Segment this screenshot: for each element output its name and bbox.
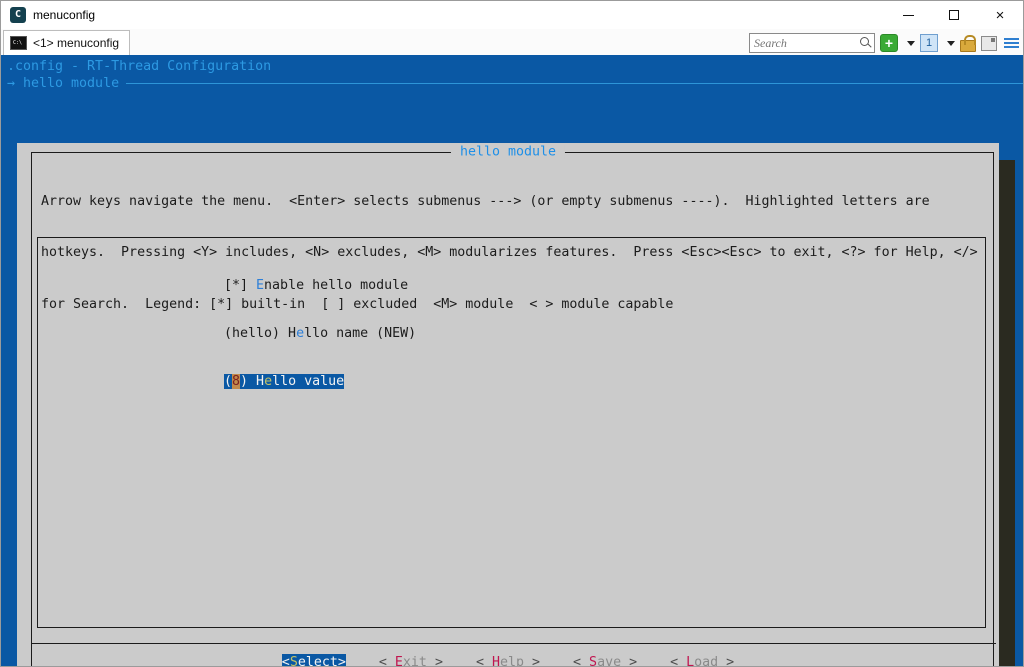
item-hotkey: e	[296, 326, 304, 341]
item-label: llo value	[272, 374, 344, 389]
close-button[interactable]: ×	[977, 1, 1023, 29]
instruction-line: Arrow keys navigate the menu. <Enter> se…	[41, 193, 978, 210]
panel-button[interactable]	[981, 36, 997, 51]
new-console-button[interactable]: +	[880, 34, 898, 52]
new-console-dropdown[interactable]	[903, 41, 915, 46]
save-button[interactable]: < Save >	[573, 654, 637, 666]
minimize-button[interactable]	[885, 1, 931, 29]
tab-label: <1> menuconfig	[33, 36, 119, 50]
breadcrumb-rule	[126, 83, 1023, 84]
item-hotkey: e	[264, 374, 272, 389]
item-prefix: (	[224, 374, 232, 389]
terminal-area: .config - RT-Thread Configuration → hell…	[1, 55, 1023, 666]
window-number-icon: 1	[920, 34, 938, 52]
menu-item-enable-hello-module[interactable]: [*] Enable hello module	[224, 277, 985, 295]
window-number-button[interactable]: 1	[920, 34, 938, 52]
breadcrumb: → hello module	[7, 75, 119, 92]
lock-button[interactable]	[960, 34, 976, 52]
console-icon: C:\	[10, 36, 27, 50]
lock-icon	[960, 40, 976, 52]
window-dropdown[interactable]	[943, 41, 955, 46]
select-button[interactable]: <Select>	[282, 654, 346, 666]
item-hotkey: E	[256, 278, 264, 293]
plus-icon: +	[880, 34, 898, 52]
menu-item-hello-name[interactable]: (hello) Hello name (NEW)	[224, 325, 985, 343]
window-title: menuconfig	[33, 8, 95, 22]
tab-toolbar: + 1	[749, 32, 1019, 54]
tab-menuconfig[interactable]: C:\ <1> menuconfig	[3, 30, 130, 55]
minimize-icon	[903, 15, 914, 16]
chevron-down-icon	[947, 41, 955, 46]
search-box	[749, 33, 875, 53]
conemu-window: C menuconfig × C:\ <1> menuconfig + 1	[0, 0, 1024, 667]
load-button[interactable]: < Load >	[670, 654, 734, 666]
main-menu-button[interactable]	[1004, 38, 1019, 48]
value-cursor: 8	[232, 374, 240, 389]
search-icon	[860, 37, 869, 46]
item-label: nable hello module	[264, 278, 408, 293]
item-label: ) H	[240, 374, 264, 389]
menuconfig-dialog: hello module Arrow keys navigate the men…	[17, 143, 999, 666]
button-separator	[31, 643, 996, 644]
dialog-button-row: <Select> < Exit > < Help > < Save > < Lo…	[17, 654, 999, 666]
config-title-line: .config - RT-Thread Configuration	[1, 55, 1023, 75]
menu-list: [*] Enable hello module (hello) Hello na…	[37, 237, 986, 628]
close-icon: ×	[996, 8, 1005, 23]
item-label: llo name (NEW)	[304, 326, 416, 341]
maximize-icon	[949, 10, 959, 20]
help-button[interactable]: < Help >	[476, 654, 540, 666]
exit-button[interactable]: < Exit >	[379, 654, 443, 666]
title-bar: C menuconfig ×	[1, 1, 1023, 29]
window-controls: ×	[885, 1, 1023, 29]
chevron-down-icon	[907, 41, 915, 46]
item-prefix: [*]	[224, 278, 256, 293]
search-input[interactable]	[754, 35, 854, 51]
item-prefix: (hello) H	[224, 326, 296, 341]
menu-item-hello-value[interactable]: (8) Hello value	[224, 373, 985, 391]
tab-bar: C:\ <1> menuconfig + 1	[1, 29, 1023, 55]
breadcrumb-row: → hello module	[1, 75, 1023, 92]
maximize-button[interactable]	[931, 1, 977, 29]
panel-icon	[981, 36, 997, 51]
app-icon: C	[10, 7, 26, 23]
